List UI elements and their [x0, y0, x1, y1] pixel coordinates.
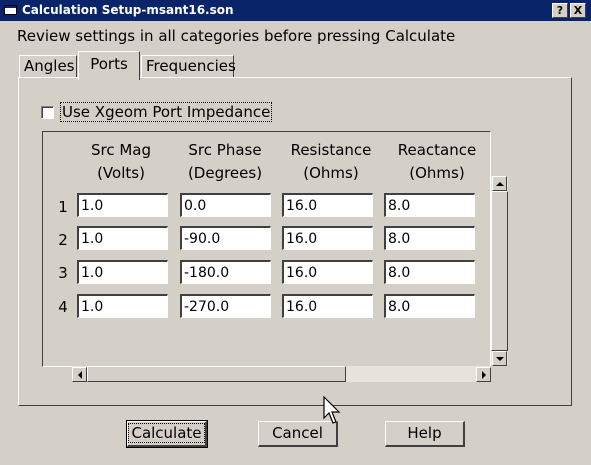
column-header-src-mag-title: Src Mag: [90, 141, 152, 159]
resistance-input[interactable]: 16.0: [282, 260, 373, 284]
column-header-src-phase-unit: (Degrees): [187, 164, 263, 182]
column-header-src-mag: Src Mag (Volts): [71, 139, 171, 185]
src-phase-input[interactable]: -90.0: [180, 226, 271, 250]
arrow-left-icon: [77, 370, 82, 379]
port-table: Src Mag (Volts) Src Phase (Degrees) Resi…: [42, 131, 491, 367]
scroll-down-button[interactable]: [492, 351, 507, 366]
calculate-button-label: Calculate: [128, 423, 205, 443]
scroll-right-button[interactable]: [476, 367, 491, 382]
tab-frequencies[interactable]: Frequencies: [141, 55, 236, 78]
column-header-src-mag-unit: (Volts): [97, 164, 145, 182]
title-help-button[interactable]: ?: [552, 3, 568, 18]
arrow-up-icon: [495, 181, 504, 186]
title-close-button[interactable]: X: [570, 3, 586, 18]
help-button[interactable]: Help: [385, 421, 465, 447]
column-header-src-phase: Src Phase (Degrees): [175, 139, 275, 185]
src-phase-input[interactable]: -180.0: [180, 260, 271, 284]
column-header-reactance: Reactance (Ohms): [387, 139, 487, 185]
reactance-input[interactable]: 8.0: [384, 294, 475, 318]
reactance-input[interactable]: 8.0: [384, 260, 475, 284]
horizontal-scroll-thumb[interactable]: [87, 366, 346, 382]
vertical-scroll-thumb[interactable]: [491, 191, 508, 351]
resistance-input[interactable]: 16.0: [282, 226, 373, 250]
window-title: Calculation Setup-msant16.son: [22, 3, 234, 17]
resistance-input[interactable]: 16.0: [282, 193, 373, 217]
resistance-input[interactable]: 16.0: [282, 294, 373, 318]
src-mag-input[interactable]: 1.0: [77, 226, 168, 250]
reactance-input[interactable]: 8.0: [384, 226, 475, 250]
column-header-resistance: Resistance (Ohms): [281, 139, 381, 185]
arrow-right-icon: [481, 370, 486, 379]
column-header-reactance-unit: (Ohms): [409, 164, 465, 182]
scroll-up-button[interactable]: [492, 176, 507, 191]
column-header-resistance-title: Resistance: [290, 141, 372, 159]
scroll-left-button[interactable]: [72, 367, 87, 382]
mouse-pointer-icon: [323, 396, 341, 424]
tab-angles[interactable]: Angles: [19, 55, 77, 78]
horizontal-scrollbar[interactable]: [72, 366, 491, 382]
calculation-setup-dialog: Calculation Setup-msant16.son ? X Review…: [0, 0, 591, 465]
title-bar[interactable]: Calculation Setup-msant16.son ? X: [0, 0, 591, 21]
src-mag-input[interactable]: 1.0: [77, 294, 168, 318]
column-header-reactance-title: Reactance: [397, 141, 477, 159]
port-row-number: 2: [58, 231, 68, 249]
use-xgeom-checkbox-row[interactable]: Use Xgeom Port Impedance: [41, 102, 273, 122]
src-phase-input[interactable]: 0.0: [180, 193, 271, 217]
src-phase-input[interactable]: -270.0: [180, 294, 271, 318]
vertical-scrollbar[interactable]: [491, 176, 508, 366]
port-row-number: 3: [58, 264, 68, 282]
src-mag-input[interactable]: 1.0: [77, 193, 168, 217]
tab-ports[interactable]: Ports: [78, 51, 140, 80]
window-icon: [4, 5, 17, 15]
arrow-down-icon: [495, 356, 504, 361]
port-row-number: 1: [58, 198, 68, 216]
instruction-text: Review settings in all categories before…: [17, 27, 456, 45]
src-mag-input[interactable]: 1.0: [77, 260, 168, 284]
port-row-number: 4: [58, 298, 68, 316]
reactance-input[interactable]: 8.0: [384, 193, 475, 217]
use-xgeom-label[interactable]: Use Xgeom Port Impedance: [60, 102, 273, 122]
column-header-src-phase-title: Src Phase: [188, 141, 262, 159]
calculate-button[interactable]: Calculate: [126, 420, 208, 448]
use-xgeom-checkbox[interactable]: [41, 105, 54, 119]
column-header-resistance-unit: (Ohms): [303, 164, 359, 182]
